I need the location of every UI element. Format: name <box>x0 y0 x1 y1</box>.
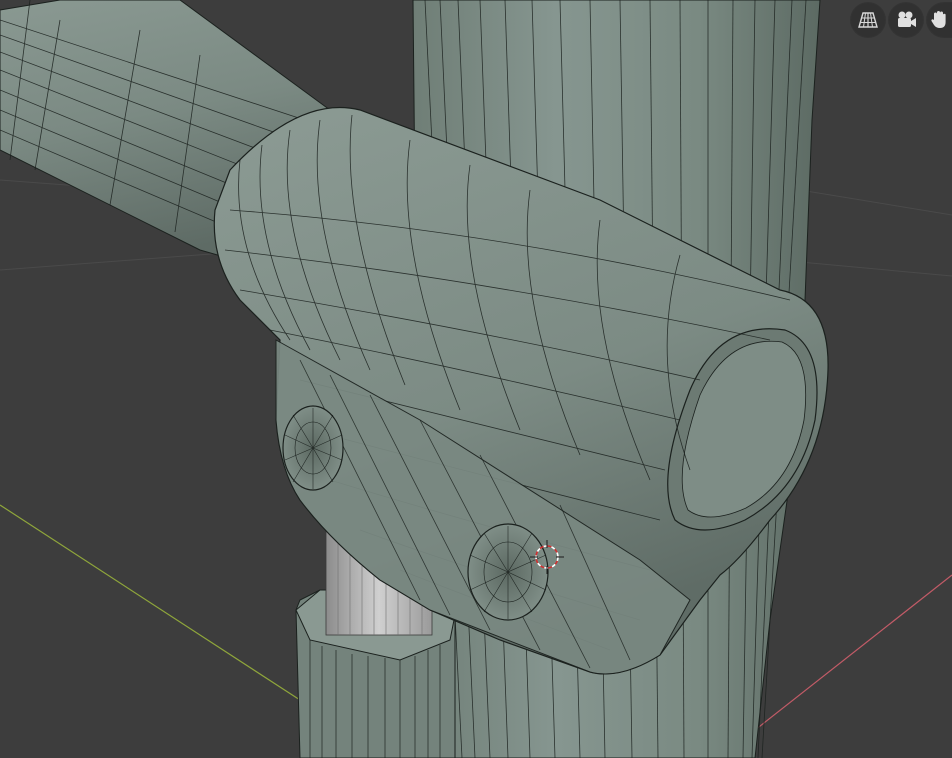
move-view-button[interactable] <box>927 3 952 37</box>
axis-x-line <box>754 574 952 731</box>
toggle-perspective-button[interactable] <box>851 3 885 37</box>
toggle-camera-view-button[interactable] <box>889 3 923 37</box>
navigation-gizmo <box>851 2 952 38</box>
hand-icon <box>931 11 946 28</box>
camera-icon <box>898 11 916 27</box>
bolt-head-lower[interactable] <box>467 523 549 621</box>
3d-viewport[interactable] <box>0 0 952 758</box>
grid-perspective-icon <box>858 12 878 28</box>
axis-y-line <box>0 504 301 701</box>
bolt-head-upper[interactable] <box>282 405 344 491</box>
scene-canvas[interactable] <box>0 0 952 758</box>
